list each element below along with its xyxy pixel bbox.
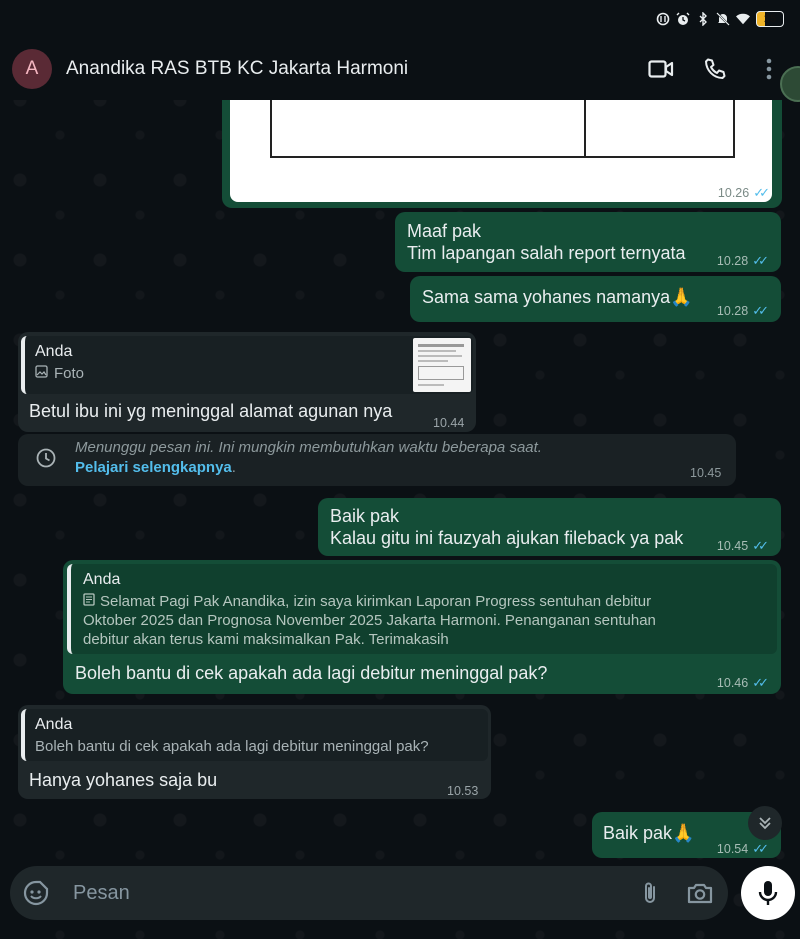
- outgoing-message[interactable]: Anda Selamat Pagi Pak Anandika, izin say…: [63, 560, 781, 694]
- quote-text: Selamat Pagi Pak Anandika, izin saya kir…: [83, 592, 656, 648]
- message-text: Baik pak: [330, 506, 400, 526]
- incoming-message[interactable]: Anda Boleh bantu di cek apakah ada lagi …: [18, 705, 491, 799]
- mute-bell-icon: [716, 12, 730, 26]
- attach-icon[interactable]: [636, 879, 664, 907]
- avatar[interactable]: A: [12, 49, 52, 89]
- incoming-message[interactable]: Anda Foto Betul ibu ini yg meninggal ala…: [18, 332, 476, 432]
- quote-text: Boleh bantu di cek apakah ada lagi debit…: [35, 738, 429, 755]
- quote-author: Anda: [35, 343, 73, 360]
- message-text: Hanya yohanes saja bu: [29, 770, 218, 790]
- alarm-icon: [676, 12, 690, 26]
- bluetooth-icon: [696, 12, 710, 26]
- message-input[interactable]: [73, 881, 625, 905]
- quoted-message[interactable]: Anda Foto: [21, 336, 473, 394]
- read-ticks-icon: ✓✓: [752, 253, 769, 268]
- quote-author: Anda: [35, 716, 73, 733]
- message-time: 10.45: [690, 466, 722, 480]
- message-text: Sama sama yohanes namanya🙏: [422, 287, 693, 307]
- quote-author: Anda: [83, 571, 121, 588]
- contact-name[interactable]: Anandika RAS BTB KC Jakarta Harmoni: [66, 58, 646, 80]
- photo-thumbnail: [413, 338, 471, 392]
- clock-icon: [36, 448, 56, 472]
- video-call-icon[interactable]: [646, 54, 676, 84]
- message-text: Tim lapangan salah report ternyata: [407, 243, 686, 263]
- scroll-down-icon[interactable]: [748, 806, 782, 840]
- system-text: Menunggu pesan ini. Ini mungkin membutuh…: [75, 439, 542, 456]
- photo-icon: [35, 364, 48, 383]
- message-text: Betul ibu ini yg meninggal alamat agunan…: [29, 401, 393, 421]
- message-time: 10.45 ✓✓: [717, 535, 769, 557]
- praying-hands-emoji: 🙏: [672, 823, 695, 843]
- message-time: 10.46 ✓✓: [717, 672, 769, 694]
- wifi-icon: [736, 12, 750, 26]
- message-composer: [10, 866, 728, 920]
- waiting-message-notice: Menunggu pesan ini. Ini mungkin membutuh…: [18, 434, 736, 486]
- read-ticks-icon: ✓✓: [752, 303, 769, 318]
- message-text: Kalau gitu ini fauzyah ajukan fileback y…: [330, 528, 684, 548]
- outgoing-message[interactable]: Sama sama yohanes namanya🙏 10.28 ✓✓: [410, 276, 781, 322]
- camera-icon[interactable]: [686, 879, 714, 907]
- read-ticks-icon: ✓✓: [753, 185, 770, 200]
- outgoing-message[interactable]: Baik pak Kalau gitu ini fauzyah ajukan f…: [318, 498, 781, 556]
- read-ticks-icon: ✓✓: [752, 538, 769, 553]
- quote-text: Foto: [35, 364, 463, 383]
- status-bar: 15: [0, 0, 800, 38]
- period: .: [231, 459, 236, 476]
- mic-icon[interactable]: [741, 866, 795, 920]
- message-text: Maaf pak: [407, 221, 482, 241]
- chat-header: A Anandika RAS BTB KC Jakarta Harmoni: [0, 38, 800, 100]
- message-time: 10.53: [447, 784, 479, 798]
- nfc-icon: [656, 12, 670, 26]
- image-message[interactable]: 10.26 ✓✓: [222, 100, 782, 208]
- read-ticks-icon: ✓✓: [752, 841, 769, 856]
- quoted-message[interactable]: Anda Selamat Pagi Pak Anandika, izin say…: [67, 564, 777, 654]
- battery-indicator: 15: [756, 11, 784, 27]
- quoted-message[interactable]: Anda Boleh bantu di cek apakah ada lagi …: [21, 709, 488, 761]
- read-ticks-icon: ✓✓: [752, 675, 769, 690]
- message-text: Baik pak🙏: [603, 823, 695, 843]
- message-time: 10.26 ✓✓: [718, 182, 770, 204]
- message-list[interactable]: 10.26 ✓✓ Maaf pak Tim lapangan salah repo…: [0, 100, 800, 860]
- table-image[interactable]: [230, 100, 772, 202]
- outgoing-message[interactable]: Maaf pak Tim lapangan salah report terny…: [395, 212, 781, 272]
- phone-icon[interactable]: [700, 54, 730, 84]
- learn-more-link[interactable]: Pelajari selengkapnya: [75, 459, 232, 476]
- sticker-icon[interactable]: [22, 879, 50, 907]
- message-time: 10.44: [433, 416, 465, 430]
- message-time: 10.54 ✓✓: [717, 838, 769, 860]
- message-time: 10.28 ✓✓: [717, 250, 769, 272]
- praying-hands-emoji: 🙏: [670, 287, 693, 307]
- message-text: Boleh bantu di cek apakah ada lagi debit…: [75, 663, 548, 683]
- document-icon: [83, 592, 95, 611]
- message-time: 10.28 ✓✓: [717, 300, 769, 322]
